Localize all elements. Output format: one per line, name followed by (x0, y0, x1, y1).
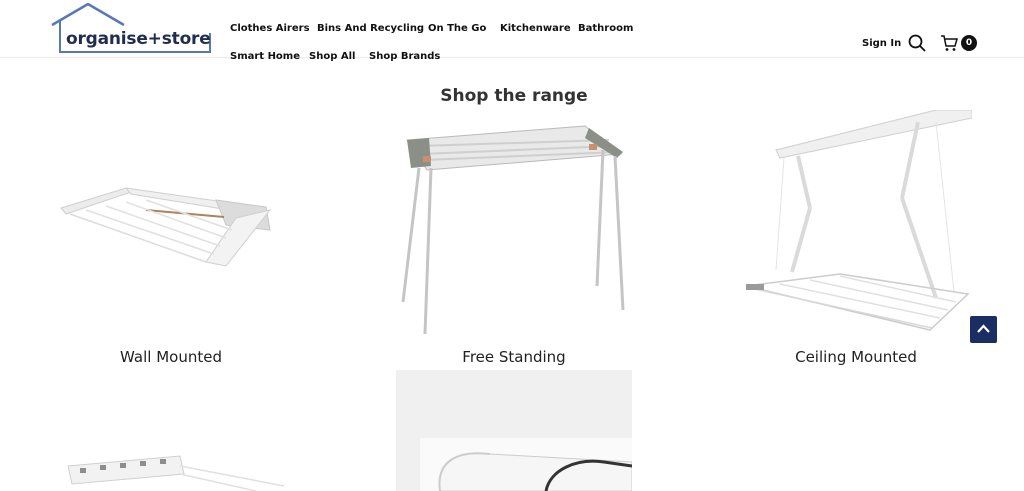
section-title: Shop the range (440, 86, 588, 106)
chevron-up-icon (977, 324, 990, 333)
wall-mounted-image[interactable] (56, 170, 286, 285)
sign-in-link[interactable]: Sign In (862, 38, 901, 49)
nav-on-the-go[interactable]: On The Go (428, 23, 486, 34)
search-icon[interactable] (908, 34, 926, 56)
category-label-ceiling-mounted[interactable]: Ceiling Mounted (740, 348, 972, 366)
product-image-row2-center[interactable] (396, 370, 633, 491)
cart-icon[interactable] (940, 34, 958, 56)
back-to-top-button[interactable] (970, 316, 997, 343)
nav-shop-all[interactable]: Shop All (309, 51, 355, 62)
category-label-wall-mounted[interactable]: Wall Mounted (56, 348, 286, 366)
site-header: organise+store Clothes Airers Bins And R… (0, 0, 1024, 62)
nav-smart-home[interactable]: Smart Home (230, 51, 300, 62)
nav-bathroom[interactable]: Bathroom (578, 23, 633, 34)
nav-kitchenware[interactable]: Kitchenware (500, 23, 571, 34)
nav-shop-brands[interactable]: Shop Brands (369, 51, 440, 62)
category-label-free-standing[interactable]: Free Standing (389, 348, 639, 366)
site-logo[interactable]: organise+store (51, 3, 211, 55)
cart-count-badge: 0 (961, 35, 977, 51)
product-image-row2-left[interactable] (56, 440, 286, 491)
ceiling-mounted-image[interactable] (740, 109, 973, 336)
free-standing-image[interactable] (389, 110, 639, 344)
logo-text: organise+store (66, 29, 211, 49)
nav-clothes-airers[interactable]: Clothes Airers (230, 23, 310, 34)
nav-bins-and-recycling[interactable]: Bins And Recycling (317, 23, 424, 34)
